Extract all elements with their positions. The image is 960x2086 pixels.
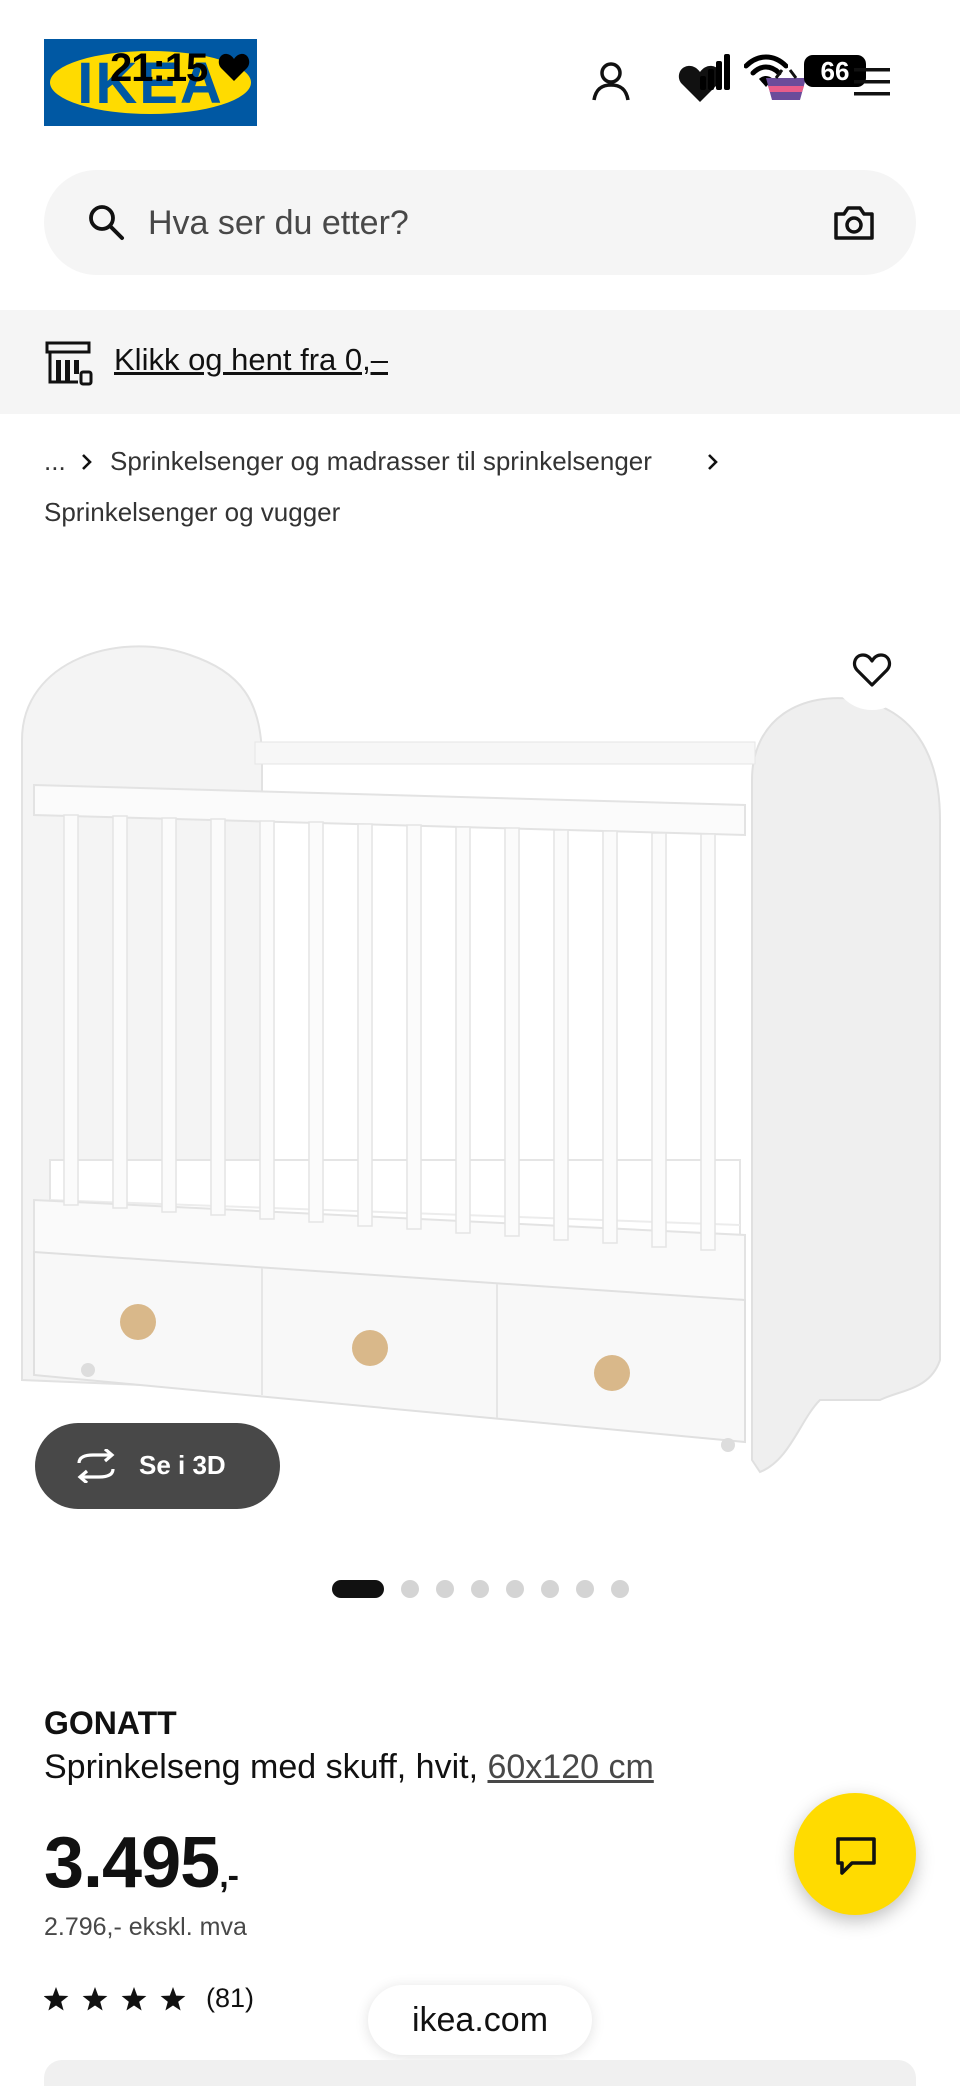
product-description-text: Sprinkelseng med skuff, hvit, bbox=[44, 1748, 488, 1786]
rating-stars[interactable] bbox=[43, 1983, 225, 2019]
breadcrumb-level1[interactable]: Sprinkelsenger og madrasser til sprinkel… bbox=[110, 446, 652, 477]
price-suffix: ,- bbox=[219, 1857, 239, 1895]
chat-icon bbox=[836, 1837, 876, 1875]
star-rating-icon bbox=[43, 1987, 225, 2011]
star-filled-icon bbox=[43, 1987, 69, 2011]
pagination-dot[interactable] bbox=[576, 1580, 594, 1598]
click-collect-banner: Klikk og hent fra 0,– bbox=[0, 310, 960, 414]
pagination-dot[interactable] bbox=[401, 1580, 419, 1598]
chevron-right-icon bbox=[82, 454, 92, 470]
basket-icon[interactable] bbox=[764, 68, 808, 102]
chevron-right-icon bbox=[708, 454, 718, 470]
review-count[interactable]: (81) bbox=[206, 1983, 254, 2014]
gallery-pagination bbox=[0, 1578, 960, 1598]
product-brand: GONATT bbox=[44, 1705, 177, 1741]
breadcrumb-level2[interactable]: Sprinkelsenger og vugger bbox=[44, 497, 340, 528]
favourite-button[interactable] bbox=[832, 630, 912, 710]
bottom-card bbox=[44, 2060, 916, 2086]
pagination-dot[interactable] bbox=[611, 1580, 629, 1598]
chat-button[interactable] bbox=[794, 1793, 916, 1915]
pagination-dot-active[interactable] bbox=[332, 1580, 384, 1598]
price-value: 3.495 bbox=[44, 1823, 220, 1903]
product-price: 3.495,- bbox=[44, 1822, 239, 1904]
view-3d-label: Se i 3D bbox=[139, 1450, 226, 1480]
star-filled-icon bbox=[121, 1987, 147, 2011]
product-gallery[interactable] bbox=[0, 600, 960, 1520]
pagination-dot[interactable] bbox=[541, 1580, 559, 1598]
camera-icon[interactable] bbox=[832, 204, 876, 242]
search-input[interactable]: Hva ser du etter? bbox=[148, 204, 409, 243]
star-filled-icon bbox=[82, 1987, 108, 2011]
breadcrumb-ellipsis[interactable]: ... bbox=[44, 446, 66, 477]
browser-url-bar[interactable]: ikea.com bbox=[368, 1985, 592, 2055]
store-icon bbox=[45, 341, 93, 386]
status-heart-icon bbox=[218, 53, 250, 81]
pagination-dot[interactable] bbox=[471, 1580, 489, 1598]
click-collect-link[interactable]: Klikk og hent fra 0,– bbox=[114, 342, 388, 378]
search-bar[interactable]: Hva ser du etter? bbox=[44, 170, 916, 275]
heart-outline-icon bbox=[852, 653, 892, 687]
product-description: Sprinkelseng med skuff, hvit, 60x120 cm bbox=[44, 1748, 654, 1787]
rotate-3d-icon bbox=[77, 1449, 115, 1483]
signal-icon bbox=[700, 54, 730, 90]
product-size-link[interactable]: 60x120 cm bbox=[487, 1748, 653, 1786]
search-icon bbox=[89, 205, 124, 240]
pagination-dot[interactable] bbox=[506, 1580, 524, 1598]
menu-icon[interactable] bbox=[852, 66, 892, 98]
crib-image bbox=[21, 645, 941, 1474]
price-ex-vat: 2.796,- ekskl. mva bbox=[44, 1913, 247, 1941]
pagination-dot[interactable] bbox=[436, 1580, 454, 1598]
page-header: IKEA 21:15 66 bbox=[0, 0, 960, 160]
view-3d-button[interactable]: Se i 3D bbox=[35, 1423, 280, 1509]
status-time: 21:15 bbox=[110, 46, 208, 90]
star-filled-icon bbox=[160, 1987, 186, 2011]
person-icon[interactable] bbox=[588, 58, 634, 104]
